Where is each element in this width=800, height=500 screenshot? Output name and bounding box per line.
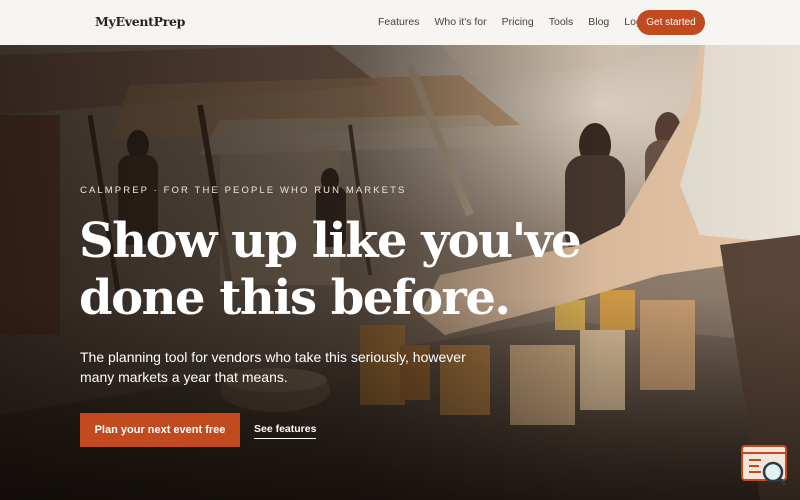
top-navbar: MyEventPrep Features Who it's for Pricin…: [0, 0, 800, 45]
help-chat-widget[interactable]: [741, 444, 789, 488]
see-features-link[interactable]: See features: [254, 423, 317, 439]
nav-link-pricing[interactable]: Pricing: [502, 16, 534, 28]
brand-logo[interactable]: MyEventPrep: [95, 14, 185, 29]
nav-links: Features Who it's for Pricing Tools Blog…: [378, 16, 668, 28]
get-started-button[interactable]: Get started: [637, 10, 705, 35]
nav-link-blog[interactable]: Blog: [588, 16, 609, 28]
hero-subhead: The planning tool for vendors who take t…: [80, 349, 466, 385]
chat-search-icon: [741, 445, 787, 486]
nav-link-features[interactable]: Features: [378, 16, 419, 28]
hero-headline: Show up like you've done this before.: [79, 213, 599, 327]
page: MyEventPrep Features Who it's for Pricin…: [0, 0, 800, 500]
nav-link-tools[interactable]: Tools: [549, 16, 574, 28]
hero-eyebrow: CALMPREP · FOR THE PEOPLE WHO RUN MARKET…: [80, 185, 407, 196]
hero-headline-line-2: done this before.: [79, 270, 511, 326]
nav-link-who-its-for[interactable]: Who it's for: [434, 16, 486, 28]
plan-next-event-button[interactable]: Plan your next event free: [80, 413, 240, 447]
hero-headline-line-1: Show up like you've: [79, 213, 582, 269]
